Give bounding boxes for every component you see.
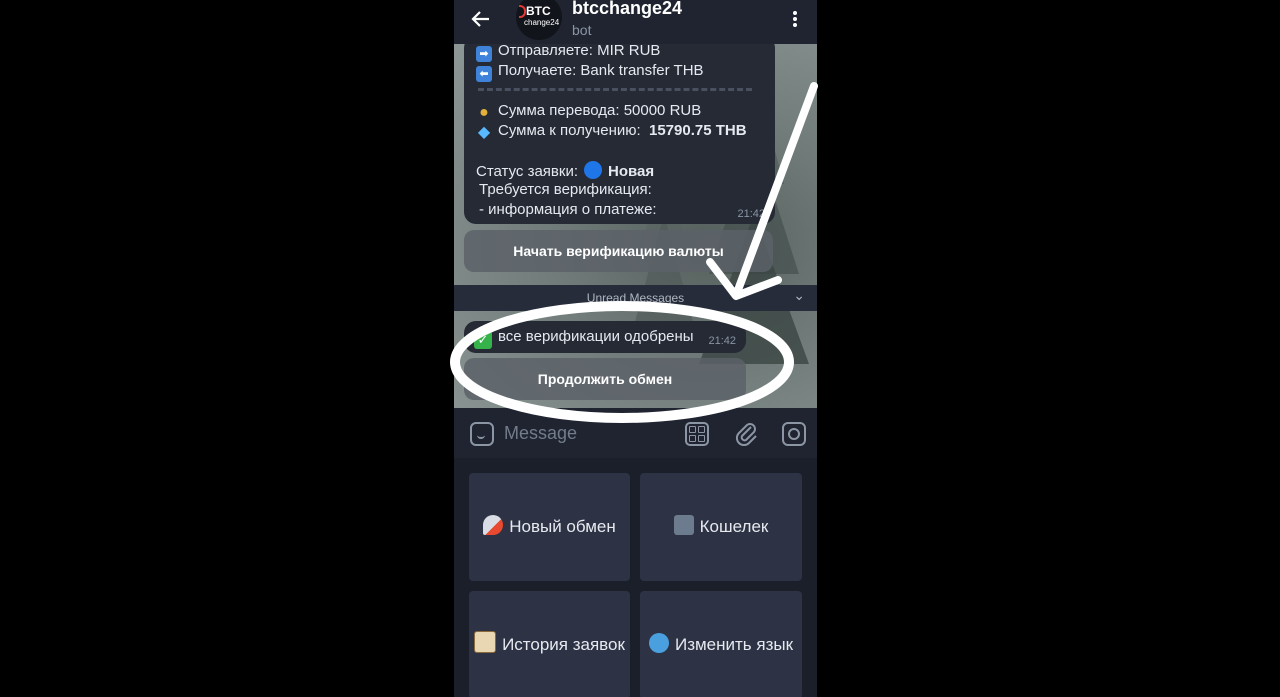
arrow-left-icon: ⬅ [476,66,492,82]
message-time: 21:42 [708,335,736,347]
phone-screen: BTC change24 btcchange24 bot ➡ Отправляет… [454,0,817,697]
unread-divider: Unread Messages ⌄ [454,285,817,311]
arrow-right-icon: ➡ [476,46,492,62]
new-exchange-button[interactable]: Новый обмен [469,473,630,581]
avatar-line2: change24 [524,18,560,27]
blue-circle-icon [584,161,603,179]
chat-title[interactable]: btcchange24 [572,0,682,19]
folder-icon [673,515,694,535]
verify-required-line: Требуется верификация: [479,181,652,198]
receive-line: ⬅ Получаете: Bank transfer THB [476,62,704,82]
send-line: ➡ Отправляете: MIR RUB [476,42,660,62]
camera-icon[interactable] [782,422,806,446]
status-line: Статус заявки: Новая [476,161,655,180]
attach-icon[interactable] [734,420,758,453]
clipboard-icon [474,631,497,653]
avatar-line1: BTC [526,4,551,18]
more-menu-icon[interactable] [793,9,799,29]
chevron-down-icon[interactable]: ⌄ [793,287,805,304]
amount-line: ● Сумма перевода: 50000 RUB [476,102,701,121]
bot-keyboard: Новый обмен Кошелек История заявок Измен… [454,458,817,697]
order-history-button[interactable]: История заявок [469,591,630,697]
approved-text: все верификации одобрены [498,328,694,345]
avatar[interactable]: BTC change24 [516,0,562,40]
gem-icon: ◆ [477,124,491,141]
message-time: 21:42 [737,208,765,220]
rocket-icon [483,515,504,535]
divider [478,88,752,91]
change-language-button[interactable]: Изменить язык [640,591,802,697]
continue-exchange-button[interactable]: Продолжить обмен [464,358,746,400]
verify-item-line: - информация о платеже: [479,201,657,218]
sticker-icon[interactable] [470,422,494,446]
money-bag-icon: ● [479,104,489,121]
checkmark-icon: ✓ [474,331,492,349]
message-input[interactable]: Message [504,423,577,444]
verification-approved-bubble: ✓ все верификации одобрены 21:42 [464,321,746,353]
unread-label: Unread Messages [586,291,685,305]
keyboard-grid-icon[interactable] [685,422,709,446]
message-input-bar: Message [454,408,817,458]
logo-mark-icon [519,5,526,18]
receive-amount-line: ◆ Сумма к получению: 15790.75 THB [477,122,747,141]
chat-subtitle: bot [572,22,592,38]
start-verification-button[interactable]: Начать верификацию валюты [464,230,773,272]
order-message-bubble: ➡ Отправляете: MIR RUB ⬅ Получаете: Bank t… [464,36,775,224]
globe-icon [648,633,669,653]
chat-header: BTC change24 btcchange24 bot [454,0,817,44]
back-arrow-icon[interactable] [470,8,494,32]
wallet-button[interactable]: Кошелек [640,473,802,581]
